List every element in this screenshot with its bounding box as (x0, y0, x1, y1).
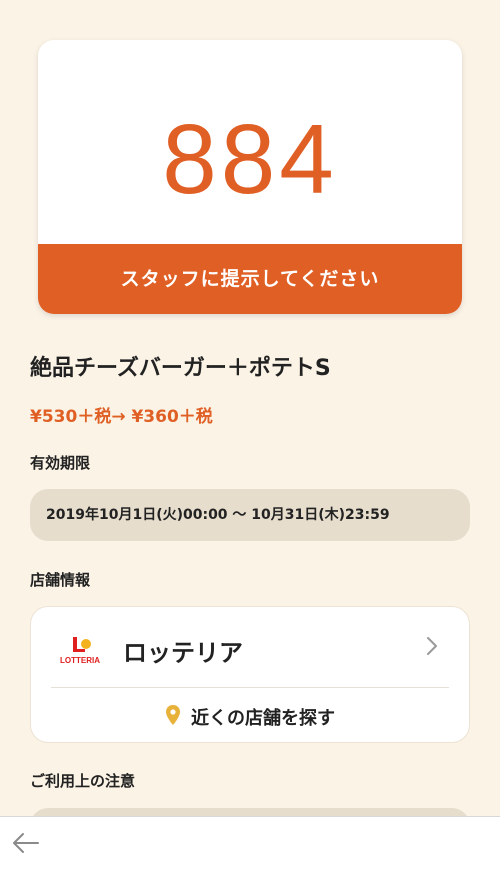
validity-period: 2019年10月1日(火)00:00 〜 10月31日(木)23:59 (30, 489, 470, 541)
coupon-instruction: スタッフに提示してください (38, 244, 462, 314)
find-nearby-stores-label: 近くの店舗を探す (191, 707, 335, 729)
lotteria-logo-icon: LOTTERIA (55, 635, 105, 665)
chevron-right-icon (427, 637, 437, 655)
validity-heading: 有効期限 (30, 454, 91, 472)
store-divider (51, 687, 449, 688)
coupon-code: 884 (162, 104, 338, 214)
bottom-navigation-bar (0, 816, 500, 869)
coupon-detail-page: 884 スタッフに提示してください 絶品チーズバーガー＋ポテトS ¥530＋税→… (0, 0, 500, 869)
back-arrow-icon[interactable] (10, 829, 42, 857)
store-row[interactable]: LOTTERIA ロッテリア (31, 607, 469, 687)
price-line: ¥530＋税→ ¥360＋税 (30, 407, 213, 427)
location-pin-icon (165, 704, 181, 730)
notes-heading: ご利用上の注意 (30, 772, 136, 790)
store-info-heading: 店舗情報 (30, 571, 91, 589)
coupon-card: 884 スタッフに提示してください (38, 40, 462, 314)
store-card: LOTTERIA ロッテリア 近くの店舗を探す (30, 606, 470, 743)
product-title: 絶品チーズバーガー＋ポテトS (30, 356, 331, 381)
svg-text:LOTTERIA: LOTTERIA (60, 656, 100, 665)
store-name: ロッテリア (123, 639, 243, 667)
find-nearby-stores-button[interactable]: 近くの店舗を探す (31, 689, 469, 744)
